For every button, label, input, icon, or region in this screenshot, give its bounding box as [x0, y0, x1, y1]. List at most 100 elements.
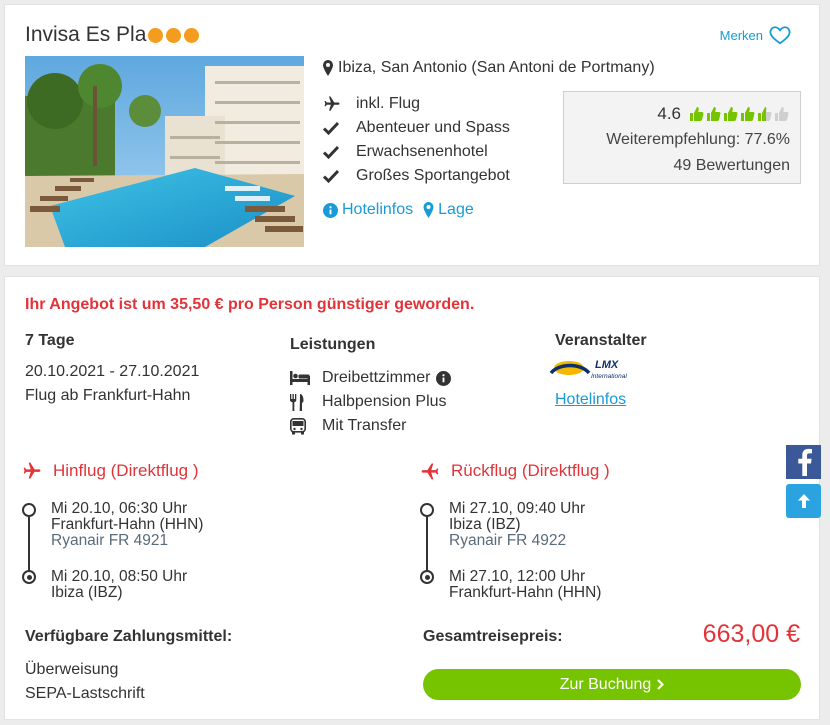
feature-item: Erwachsenenhotel	[323, 140, 510, 164]
outbound-title: Hinflug (Direktflug )	[53, 461, 199, 480]
return-departure: Mi 27.10, 09:40 Uhr Ibiza (IBZ) Ryanair …	[449, 501, 585, 549]
veranstalter-heading: Veranstalter	[555, 332, 647, 349]
lage-link[interactable]: Lage	[423, 201, 474, 219]
lage-label: Lage	[438, 201, 474, 218]
facebook-share-button[interactable]	[786, 445, 821, 479]
leistungen-heading: Leistungen	[290, 336, 376, 353]
merken-button[interactable]: Merken	[720, 25, 791, 45]
feature-label: Abenteuer und Spass	[356, 119, 510, 136]
timeline-end-icon	[420, 570, 434, 584]
thumb-up-icon	[741, 107, 755, 121]
check-icon	[323, 145, 339, 159]
thumb-up-icon	[775, 107, 789, 121]
plane-icon	[324, 96, 340, 111]
booking-button[interactable]: Zur Buchung	[423, 669, 801, 700]
rating-thumbs	[689, 106, 790, 122]
hotelinfos-label: Hotelinfos	[342, 201, 414, 218]
leistung-label: Mit Transfer	[322, 417, 407, 434]
leistung-label: Halbpension Plus	[322, 393, 447, 410]
bus-icon	[290, 417, 306, 434]
reviews-count: 49 Bewertungen	[673, 157, 790, 174]
feature-label: Erwachsenenhotel	[356, 143, 488, 160]
outbound-flight-heading: Hinflug (Direktflug )	[21, 461, 199, 481]
leistung-item: Mit Transfer	[290, 414, 451, 438]
trip-details: 20.10.2021 - 27.10.2021 Flug ab Frankfur…	[25, 360, 199, 408]
chevron-right-icon	[657, 679, 665, 690]
payment-method: SEPA-Lastschrift	[25, 685, 145, 702]
timeline-start-icon	[420, 503, 434, 517]
location-text: Ibiza, San Antonio (San Antoni de Portma…	[338, 59, 655, 76]
return-arrival: Mi 27.10, 12:00 Uhr Frankfurt-Hahn (HHN)	[449, 569, 601, 601]
return-title: Rückflug (Direktflug )	[451, 461, 610, 480]
rating-box[interactable]: 4.6 Weiterempfehlung: 77.6% 49 Bewertung…	[563, 91, 801, 184]
feature-item: Großes Sportangebot	[323, 164, 510, 188]
facebook-icon	[797, 448, 812, 476]
return-flight-heading: Rückflug (Direktflug )	[419, 461, 610, 481]
offer-card: Ihr Angebot ist um 35,50 € pro Person gü…	[4, 276, 820, 720]
merken-label: Merken	[719, 27, 763, 43]
departure-time: Mi 20.10, 06:30 Uhr	[51, 500, 188, 517]
price-alert: Ihr Angebot ist um 35,50 € pro Person gü…	[25, 296, 475, 313]
veranstalter-logo: LMX International	[549, 357, 629, 388]
cutlery-icon	[290, 393, 304, 411]
map-marker-icon	[423, 202, 434, 218]
hotel-name[interactable]: Invisa Es Pla	[25, 23, 146, 47]
leistungen-list: Dreibettzimmer Halbpension Plus Mit Tran…	[290, 366, 452, 438]
carrier: Ryanair FR 4922	[449, 532, 567, 549]
thumb-up-icon	[758, 107, 772, 121]
plane-icon	[421, 463, 439, 480]
date-range: 20.10.2021 - 27.10.2021	[25, 363, 200, 380]
star-dot-icon	[148, 28, 163, 43]
bed-icon	[290, 371, 310, 385]
timeline-start-icon	[22, 503, 36, 517]
hotel-links: Hotelinfos Lage	[323, 201, 474, 219]
rating-score: 4.6	[657, 104, 681, 123]
departure-airport: Frankfurt-Hahn (HHN)	[51, 516, 204, 533]
payment-methods: Überweisung SEPA-Lastschrift	[25, 658, 145, 706]
total-label: Gesamtreisepreis:	[423, 628, 563, 645]
hotel-photo[interactable]	[25, 56, 304, 247]
departure-time: Mi 27.10, 09:40 Uhr	[449, 500, 586, 517]
lmx-logo: LMX International	[549, 359, 627, 380]
feature-list: inkl. Flug Abenteuer und Spass Erwachsen…	[323, 92, 510, 188]
trip-duration: 7 Tage	[25, 332, 75, 349]
heart-icon	[769, 26, 791, 45]
recommendation-text: Weiterempfehlung: 77.6%	[606, 131, 790, 148]
timeline-line	[28, 517, 30, 571]
leistung-item: Dreibettzimmer	[290, 366, 452, 390]
departure-airport: Ibiza (IBZ)	[449, 516, 521, 533]
star-dot-icon	[166, 28, 181, 43]
feature-label: Großes Sportangebot	[356, 167, 510, 184]
svg-text:International: International	[591, 373, 627, 380]
info-icon	[323, 202, 338, 218]
map-pin-icon	[323, 60, 333, 76]
outbound-arrival: Mi 20.10, 08:50 Uhr Ibiza (IBZ)	[51, 569, 187, 601]
booking-button-label: Zur Buchung	[559, 675, 652, 693]
outbound-departure: Mi 20.10, 06:30 Uhr Frankfurt-Hahn (HHN)…	[51, 501, 203, 549]
total-price: 663,00 €	[702, 620, 800, 648]
hotel-card: Invisa Es Pla Merken Ibiza, San Antonio …	[4, 4, 820, 266]
hotel-category-stars	[148, 28, 199, 43]
carrier: Ryanair FR 4921	[51, 532, 169, 549]
thumb-up-icon	[724, 107, 738, 121]
hotelinfos-link[interactable]: Hotelinfos	[323, 201, 413, 219]
star-dot-icon	[184, 28, 199, 43]
check-icon	[323, 169, 339, 183]
info-icon[interactable]	[436, 370, 452, 386]
thumb-up-icon	[707, 107, 721, 121]
check-icon	[323, 121, 339, 135]
departure-airport: Flug ab Frankfurt-Hahn	[25, 387, 191, 404]
scroll-to-top-button[interactable]	[786, 484, 821, 518]
arrow-up-icon	[797, 494, 810, 508]
veranstalter-hotelinfos-link[interactable]: Hotelinfos	[555, 391, 626, 409]
timeline-end-icon	[22, 570, 36, 584]
feature-label: inkl. Flug	[356, 95, 421, 112]
arrival-time: Mi 27.10, 12:00 Uhr	[449, 568, 586, 585]
payment-method: Überweisung	[25, 661, 119, 678]
feature-item: inkl. Flug	[323, 92, 510, 116]
plane-icon	[23, 462, 41, 479]
hotel-pool-image	[25, 56, 304, 247]
feature-item: Abenteuer und Spass	[323, 116, 510, 140]
svg-text:LMX: LMX	[595, 359, 619, 371]
arrival-time: Mi 20.10, 08:50 Uhr	[51, 568, 188, 585]
